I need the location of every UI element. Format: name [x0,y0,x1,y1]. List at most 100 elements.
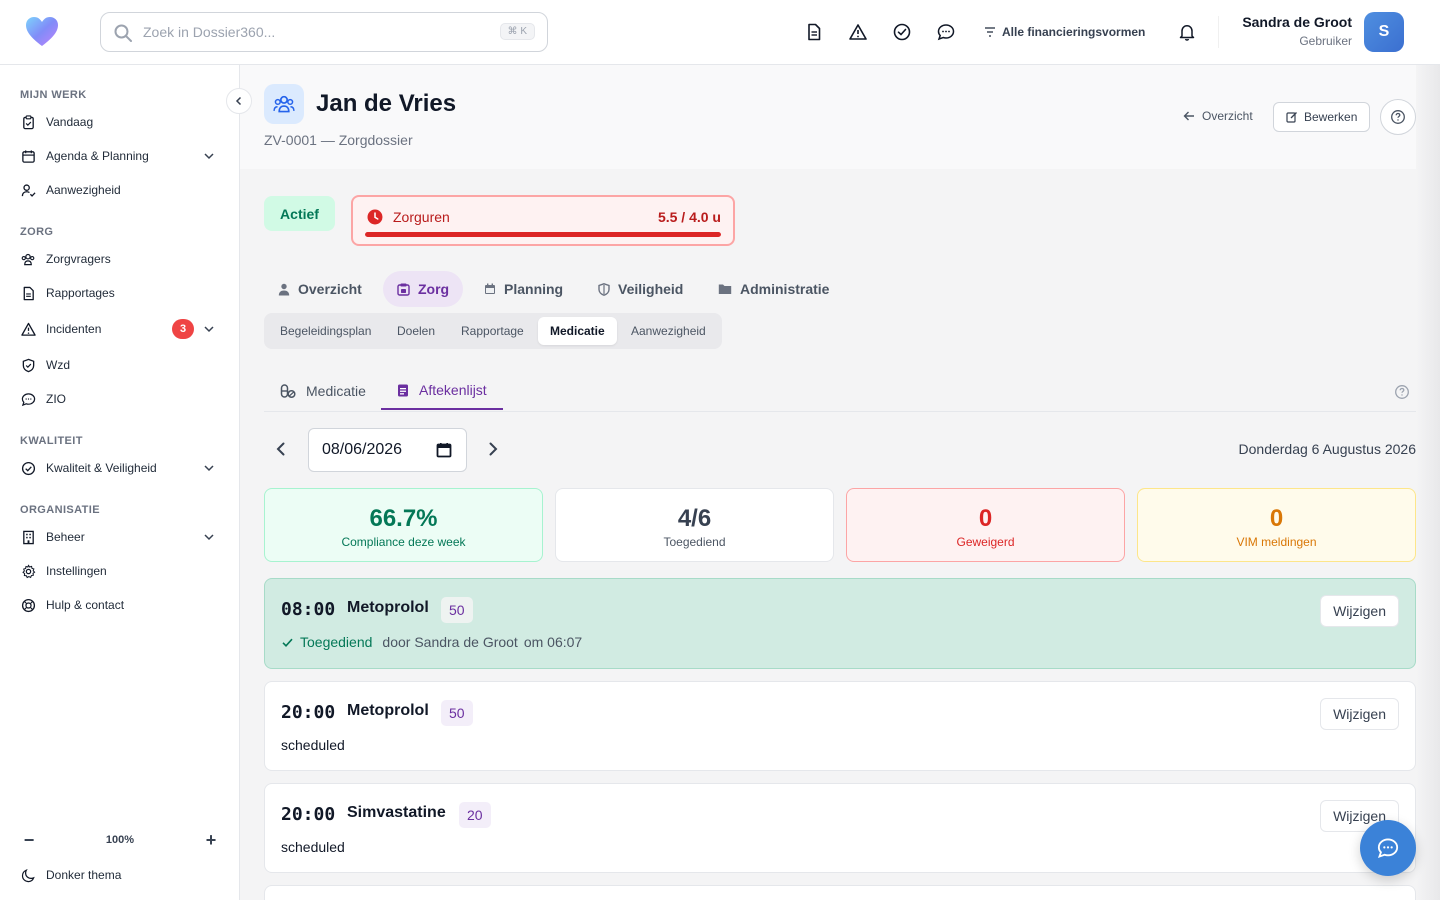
subtab-medicatie[interactable]: Medicatie [538,317,617,345]
back-label: Overzicht [1202,109,1253,123]
sidebar-item-instellingen[interactable]: Instellingen [20,557,220,585]
warning-icon [20,321,36,337]
chevron-down-icon[interactable] [202,322,216,336]
calendar-icon [20,148,36,164]
sidebar-item-agenda[interactable]: Agenda & Planning [20,142,220,170]
zoom-level: 100% [105,834,135,846]
inner-tab-medicatie[interactable]: Medicatie [264,372,382,410]
user-icon [278,283,290,295]
back-to-overview-link[interactable]: Overzicht [1182,109,1253,123]
edit-icon [1286,112,1297,123]
chat-icon [1377,838,1399,859]
topbar-divider [1218,16,1219,48]
tab-veiligheid[interactable]: Veiligheid [584,271,697,307]
shield-icon [598,282,610,296]
sidebar-item-beheer[interactable]: Beheer [20,523,220,551]
zoom-control: − 100% + [20,828,220,852]
inner-tab-label: Aftekenlijst [419,382,487,398]
inner-tab-aftekenlijst[interactable]: Aftekenlijst [381,372,503,410]
sidebar: MIJN WERK Vandaag Agenda & Planning Aanw… [0,65,240,900]
medication-dose: 50 [441,700,473,726]
sidebar-item-hulp[interactable]: Hulp & contact [20,591,220,619]
pill-icon [280,384,296,399]
building-icon [20,529,36,545]
subtab-doelen[interactable]: Doelen [385,317,447,345]
care-hours-progress-fill [365,232,721,237]
chat-icon[interactable] [935,21,957,43]
edit-administration-button[interactable]: Wijzigen [1320,698,1399,730]
tab-planning[interactable]: Planning [470,271,577,307]
care-hours-value: 5.5 / 4.0 u [657,209,721,225]
administered-at: om 06:07 [523,634,583,650]
sidebar-section-zorg: ZORG [20,226,54,238]
check-circle-icon[interactable] [891,21,913,43]
tab-zorg[interactable]: Zorg [383,271,464,307]
stat-label: Toegediend [663,535,726,549]
sidebar-item-label: Beheer [46,530,85,544]
user-info[interactable]: Sandra de Groot Gebruiker [1242,14,1352,48]
status-text: scheduled [281,737,345,753]
shield-icon [20,357,36,373]
sidebar-item-aanwezigheid[interactable]: Aanwezigheid [20,176,220,204]
zoom-in-button[interactable]: + [202,830,220,850]
zoom-out-button[interactable]: − [20,830,38,850]
stat-administered: 4/6 Toegediend [555,488,834,562]
top-bar: Zoek in Dossier360... ⌘ K Alle financier… [0,0,1440,65]
stat-value: 4/6 [677,505,712,532]
date-input[interactable]: 08/06/2026 [308,428,467,472]
stat-vim: 0 VIM meldingen [1137,488,1416,562]
finance-filter-button[interactable]: Alle financieringsvormen [972,18,1158,46]
sidebar-item-rapportages[interactable]: Rapportages [20,279,220,307]
edit-label: Bewerken [1304,110,1358,124]
sidebar-item-label: Zorgvragers [46,252,111,266]
sidebar-item-zorgvragers[interactable]: Zorgvragers [20,245,220,273]
tab-administratie[interactable]: Administratie [704,271,843,307]
chat-button[interactable] [1360,820,1416,876]
sidebar-item-incidenten[interactable]: Incidenten 3 [20,315,220,343]
medication-row: 20:00 Simvastatine 20 Wijzigen scheduled [264,783,1416,873]
previous-day-button[interactable] [272,440,290,458]
sidebar-item-label: Agenda & Planning [46,149,149,163]
edit-button[interactable]: Bewerken [1273,102,1371,132]
avatar[interactable]: S [1364,12,1404,52]
chevron-down-icon[interactable] [202,149,216,163]
medication-dose: 50 [441,597,473,623]
warning-icon[interactable] [847,21,869,43]
user-name: Sandra de Groot [1242,14,1352,30]
sidebar-section-kwaliteit: KWALITEIT [20,435,83,447]
chevron-left-icon [235,96,242,106]
bell-icon[interactable] [1176,21,1198,43]
sidebar-item-label: Wzd [46,358,70,372]
stat-value: 66.7% [369,505,438,532]
document-icon[interactable] [803,21,825,43]
subtab-begeleidingsplan[interactable]: Begeleidingsplan [268,317,383,345]
sidebar-item-wzd[interactable]: Wzd [20,351,220,379]
users-icon [20,251,36,267]
help-icon[interactable] [1394,384,1410,400]
edit-administration-button[interactable]: Wijzigen [1320,595,1399,627]
sidebar-item-vandaag[interactable]: Vandaag [20,108,220,136]
help-button[interactable] [1380,99,1416,135]
chevron-down-icon[interactable] [202,530,216,544]
subtab-aanwezigheid[interactable]: Aanwezigheid [619,317,718,345]
sidebar-section-mijn-werk: MIJN WERK [20,89,87,101]
sidebar-item-zio[interactable]: ZIO [20,385,220,413]
search-placeholder: Zoek in Dossier360... [143,24,276,40]
sidebar-collapse-button[interactable] [226,88,252,114]
dark-theme-toggle[interactable]: Donker thema [20,861,220,889]
medication-time: 20:00 [281,804,336,825]
calendar-icon[interactable] [436,442,452,458]
next-day-button[interactable] [484,440,502,458]
stat-label: VIM meldingen [1236,535,1317,549]
chevron-down-icon[interactable] [202,461,216,475]
subtab-rapportage[interactable]: Rapportage [449,317,536,345]
search-input[interactable]: Zoek in Dossier360... ⌘ K [100,12,548,52]
stat-value: 0 [1269,505,1284,532]
tab-overzicht[interactable]: Overzicht [264,271,376,307]
status-text: Toegediend [300,634,373,650]
stat-label: Geweigerd [956,535,1015,549]
clipboard-list-icon [398,384,408,397]
sidebar-item-kwaliteit[interactable]: Kwaliteit & Veiligheid [20,454,220,482]
clipboard-icon [20,114,36,130]
heart-logo-icon[interactable] [24,14,60,50]
